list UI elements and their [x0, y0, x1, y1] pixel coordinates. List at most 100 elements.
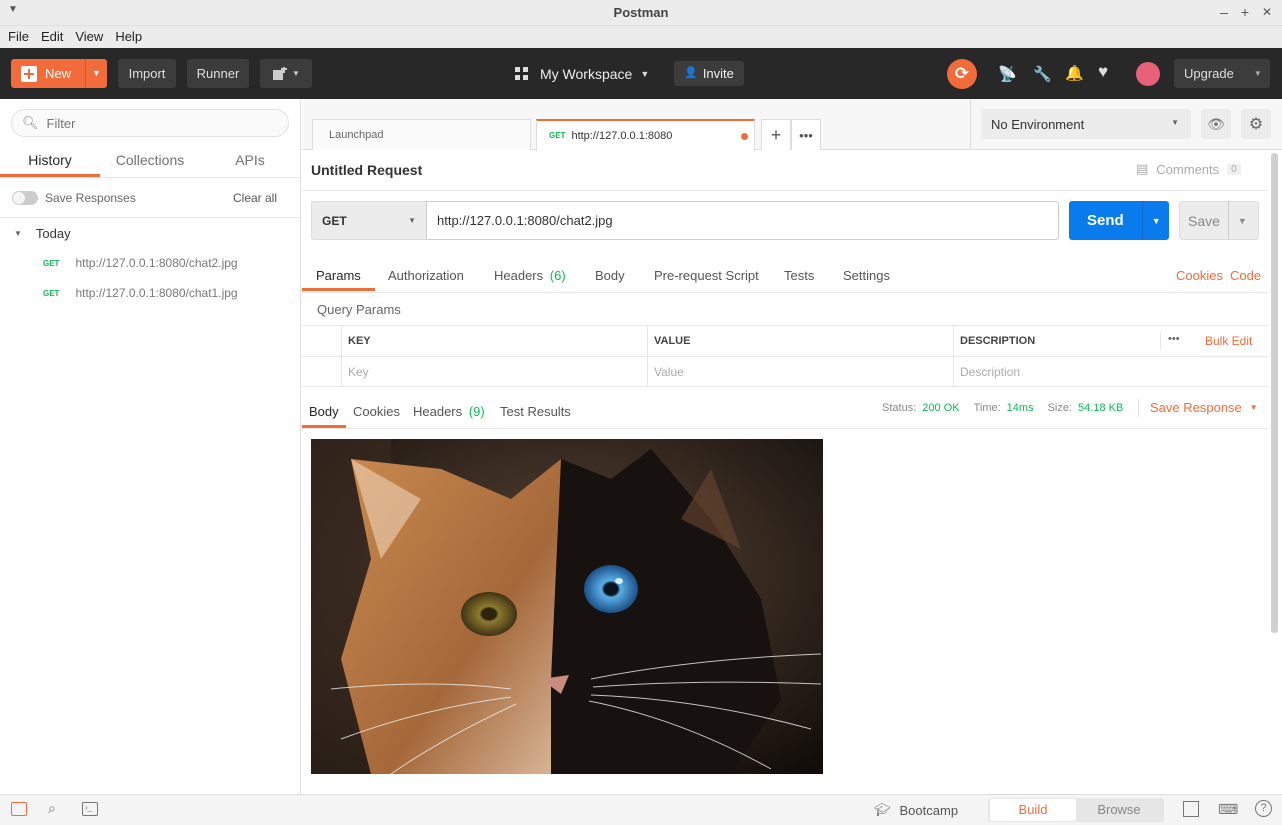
clear-all-button[interactable]: Clear all: [233, 191, 277, 205]
save-response-button[interactable]: Save Response ▼: [1150, 400, 1258, 415]
code-link[interactable]: Code: [1230, 268, 1261, 283]
build-button[interactable]: Build: [990, 799, 1076, 821]
chevron-down-icon: ▼: [1249, 403, 1258, 412]
environment-select[interactable]: No Environment ▼: [981, 109, 1191, 139]
browse-button[interactable]: Browse: [1076, 799, 1162, 821]
sidebar: 🔍︎ History Collections APIs Save Respons…: [0, 99, 301, 794]
tab-tests[interactable]: Tests: [784, 267, 814, 291]
close-button[interactable]: ✕: [1259, 4, 1275, 20]
workspace-label: My Workspace: [540, 65, 633, 82]
sync-icon[interactable]: ⟳: [947, 59, 977, 89]
more-options-icon[interactable]: •••: [1168, 333, 1180, 345]
minimize-button[interactable]: –: [1216, 4, 1232, 20]
search-icon: 🔍︎: [22, 115, 39, 130]
build-browse-toggle: Build Browse: [988, 798, 1164, 822]
method-badge: GET: [43, 288, 60, 298]
console-icon[interactable]: ›_: [82, 802, 98, 816]
filter-box[interactable]: 🔍︎: [11, 109, 289, 137]
bell-icon[interactable]: 🔔: [1065, 64, 1084, 82]
request-title[interactable]: Untitled Request: [311, 162, 422, 178]
cat-image: [311, 439, 823, 774]
wrench-icon[interactable]: 🔧: [1033, 65, 1052, 83]
graduation-cap-icon: 🎓︎: [874, 802, 891, 817]
upgrade-button[interactable]: Upgrade ▼: [1174, 59, 1270, 88]
tab-authorization[interactable]: Authorization: [388, 267, 464, 291]
satellite-icon[interactable]: 📡: [998, 65, 1017, 83]
tab-params[interactable]: Params: [302, 267, 375, 291]
tab-history[interactable]: History: [0, 147, 100, 177]
heart-icon[interactable]: ♥: [1098, 62, 1108, 82]
bulk-edit-link[interactable]: Bulk Edit: [1205, 334, 1252, 348]
filter-input[interactable]: [46, 115, 267, 131]
grid-icon: [515, 67, 528, 80]
save-button[interactable]: Save ▼: [1179, 201, 1259, 240]
tab-url: http://127.0.0.1:8080: [571, 130, 673, 142]
method-select[interactable]: GET ▼: [311, 201, 427, 240]
save-responses-toggle[interactable]: [12, 191, 38, 205]
description-input[interactable]: Description: [954, 357, 1268, 387]
comments-count: 0: [1227, 163, 1241, 175]
url-value: http://127.0.0.1:8080/chat2.jpg: [437, 213, 613, 228]
tab-prerequest-script[interactable]: Pre-request Script: [654, 267, 759, 291]
open-new-button[interactable]: ▼: [260, 59, 312, 88]
chevron-down-icon[interactable]: ▼: [1238, 216, 1247, 226]
eye-icon[interactable]: 👁︎: [1201, 109, 1231, 139]
tab-apis[interactable]: APIs: [200, 147, 300, 177]
workspace-selector[interactable]: My Workspace ▼: [515, 59, 649, 88]
menu-help[interactable]: Help: [111, 26, 146, 48]
two-pane-icon[interactable]: [1183, 801, 1199, 817]
response-meta: Status: 200 OK Time: 14ms Size: 54.18 KB: [882, 402, 1123, 414]
response-tab-headers[interactable]: Headers (9): [413, 403, 485, 427]
avatar[interactable]: [1136, 62, 1160, 86]
new-button[interactable]: New ▼: [11, 59, 107, 88]
maximize-button[interactable]: +: [1237, 4, 1253, 20]
invite-button[interactable]: 👤 Invite: [674, 61, 744, 86]
menu-view[interactable]: View: [71, 26, 107, 48]
history-item[interactable]: GET http://127.0.0.1:8080/chat1.jpg: [43, 286, 238, 300]
gear-icon[interactable]: ⚙: [1241, 109, 1271, 139]
chevron-down-icon[interactable]: ▼: [1152, 216, 1161, 226]
keyboard-icon[interactable]: ⌨: [1218, 801, 1238, 818]
chevron-down-icon: ▼: [1253, 69, 1262, 78]
key-input[interactable]: Key: [342, 357, 648, 387]
bootcamp-label: Bootcamp: [899, 802, 959, 818]
response-tab-test-results[interactable]: Test Results: [500, 403, 571, 427]
method-label: GET: [322, 213, 347, 228]
sidebar-toggle-icon[interactable]: [11, 802, 27, 816]
time-value[interactable]: 14ms: [1007, 402, 1034, 414]
response-tab-cookies[interactable]: Cookies: [353, 403, 400, 427]
new-button-label: New: [45, 66, 72, 81]
value-input[interactable]: Value: [648, 357, 954, 387]
cookies-link[interactable]: Cookies: [1176, 268, 1223, 283]
tab-body[interactable]: Body: [595, 267, 625, 291]
send-button[interactable]: Send ▼: [1069, 201, 1169, 240]
more-tabs-icon[interactable]: •••: [791, 119, 821, 150]
column-key: KEY: [342, 326, 648, 357]
size-value[interactable]: 54.18 KB: [1078, 402, 1123, 414]
window-menu-icon[interactable]: ▼: [8, 4, 18, 15]
find-icon[interactable]: ⌕: [48, 800, 56, 817]
url-input[interactable]: http://127.0.0.1:8080/chat2.jpg: [426, 201, 1059, 240]
header-toolbar: New ▼ Import Runner ▼ My Workspace ▼ 👤 I…: [0, 48, 1282, 99]
comments-button[interactable]: ▤ Comments 0: [1136, 161, 1241, 177]
history-item[interactable]: GET http://127.0.0.1:8080/chat2.jpg: [43, 256, 238, 270]
status-value[interactable]: 200 OK: [922, 402, 959, 414]
chevron-down-icon[interactable]: ▼: [92, 59, 101, 88]
menu-file[interactable]: File: [4, 26, 33, 48]
bootcamp-button[interactable]: 🎓︎ Bootcamp: [874, 802, 958, 818]
help-icon[interactable]: ?: [1255, 800, 1272, 817]
tab-collections[interactable]: Collections: [100, 147, 200, 177]
menu-edit[interactable]: Edit: [37, 26, 67, 48]
tab-settings[interactable]: Settings: [843, 267, 890, 291]
response-tab-body[interactable]: Body: [302, 403, 346, 428]
history-group-today[interactable]: ▼ Today: [14, 226, 71, 241]
import-button[interactable]: Import: [118, 59, 176, 88]
scrollbar[interactable]: [1271, 153, 1278, 633]
chevron-down-icon: ▼: [1171, 118, 1179, 127]
environment-label: No Environment: [991, 116, 1085, 132]
add-tab-button[interactable]: +: [761, 119, 791, 150]
runner-button[interactable]: Runner: [187, 59, 249, 88]
tab-launchpad[interactable]: Launchpad: [312, 119, 531, 150]
tab-active-request[interactable]: GET http://127.0.0.1:8080: [536, 119, 755, 151]
tab-headers[interactable]: Headers (6): [494, 267, 566, 291]
